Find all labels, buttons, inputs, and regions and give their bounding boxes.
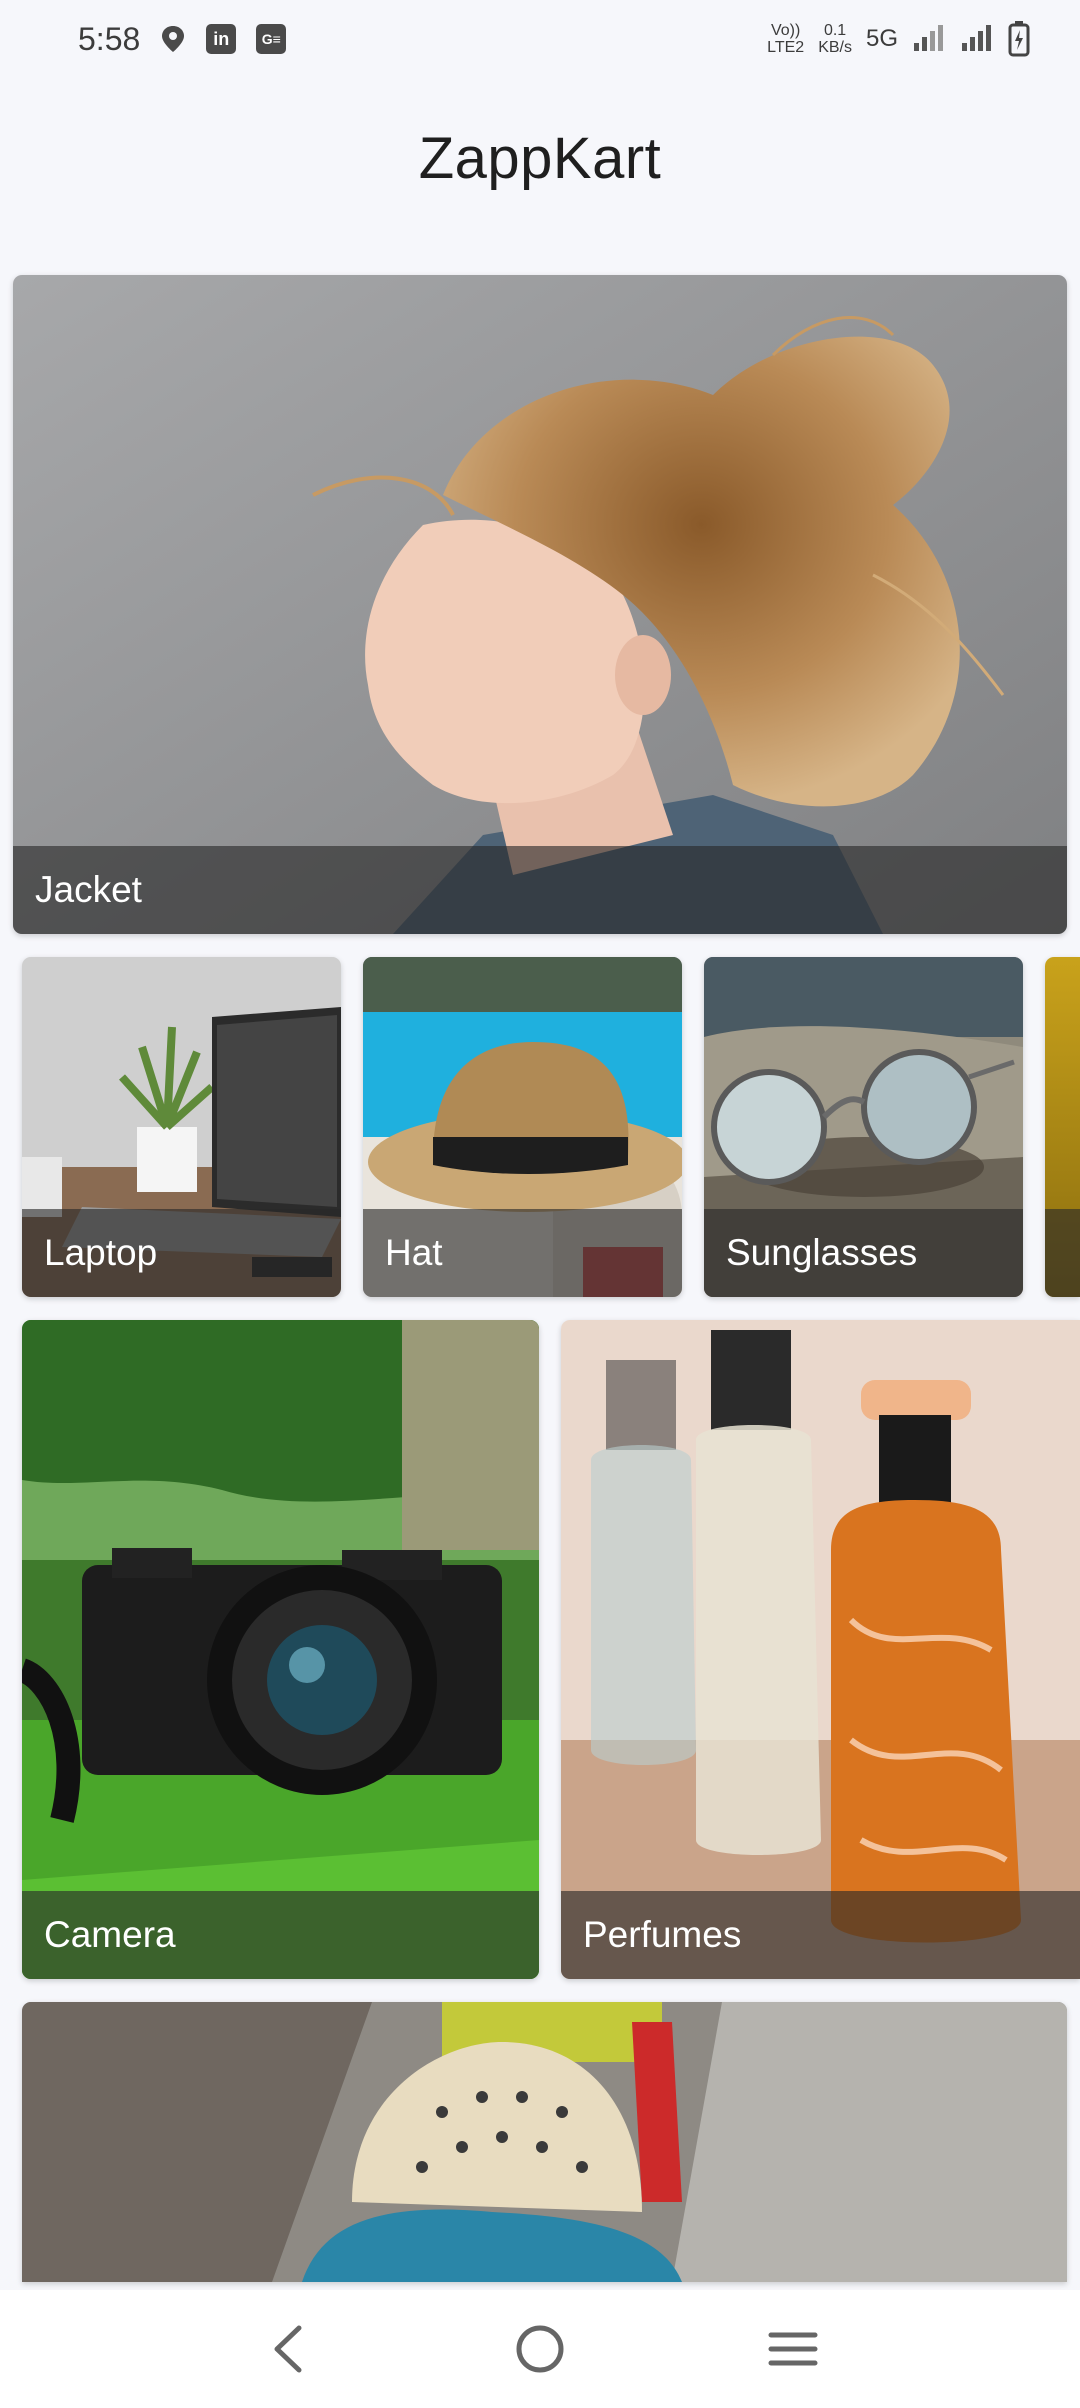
category-card-partial[interactable] — [1045, 957, 1080, 1297]
category-label: Sunglasses — [726, 1232, 918, 1273]
category-label-bar — [1045, 1209, 1080, 1297]
signal-icon-1 — [914, 25, 943, 51]
category-card-camera[interactable]: Camera — [22, 1320, 539, 1979]
climber-helmet-image — [22, 2002, 1067, 2282]
net-speed: 0.1 KB/s — [818, 22, 852, 56]
status-left: 5:58 in G≡ — [78, 20, 287, 58]
category-card-sunglasses[interactable]: Sunglasses — [704, 957, 1023, 1297]
category-label: Jacket — [35, 869, 142, 910]
perfume-image — [561, 1320, 1080, 1979]
status-time: 5:58 — [78, 20, 141, 57]
back-icon — [274, 2325, 302, 2373]
category-label: Perfumes — [583, 1914, 742, 1955]
network-type: 5G — [865, 25, 898, 52]
category-label: Laptop — [44, 1232, 158, 1273]
linkedin-icon: in — [206, 24, 237, 54]
signal-icon-2 — [962, 25, 991, 51]
category-label: Hat — [385, 1232, 443, 1273]
volte-indicator: Vo)) LTE2 — [767, 22, 805, 56]
category-card-laptop[interactable]: Laptop — [22, 957, 341, 1297]
camera-image — [22, 1320, 539, 1979]
battery-icon — [1008, 21, 1030, 57]
category-label-bar: Sunglasses — [704, 1209, 1023, 1297]
menu-icon — [768, 2332, 818, 2366]
category-card-hat[interactable]: Hat — [363, 957, 682, 1297]
category-label-bar: Laptop — [22, 1209, 341, 1297]
status-bar: 5:58 in G≡ Vo)) LTE2 0.1 KB/s 5G — [0, 0, 1080, 78]
category-label: Camera — [44, 1914, 176, 1955]
nav-back-button[interactable] — [247, 2309, 327, 2389]
nav-home-button[interactable] — [500, 2309, 580, 2389]
app-title: ZappKart — [418, 126, 662, 191]
system-nav-bar — [0, 2290, 1080, 2408]
woman-profile-image — [13, 275, 1067, 934]
home-icon — [516, 2325, 564, 2373]
news-icon: G≡ — [256, 24, 287, 54]
nav-menu-button[interactable] — [753, 2309, 833, 2389]
category-card-jacket[interactable]: Jacket — [13, 275, 1067, 934]
category-card-partial-bottom[interactable] — [22, 2002, 1067, 2282]
category-label-bar: Camera — [22, 1891, 539, 1979]
location-icon — [162, 26, 185, 52]
status-right: Vo)) LTE2 0.1 KB/s 5G — [767, 21, 1030, 57]
category-card-perfumes[interactable]: Perfumes — [561, 1320, 1080, 1979]
category-label-bar: Jacket — [13, 846, 1067, 934]
category-label-bar: Perfumes — [561, 1891, 1080, 1979]
category-label-bar: Hat — [363, 1209, 682, 1297]
